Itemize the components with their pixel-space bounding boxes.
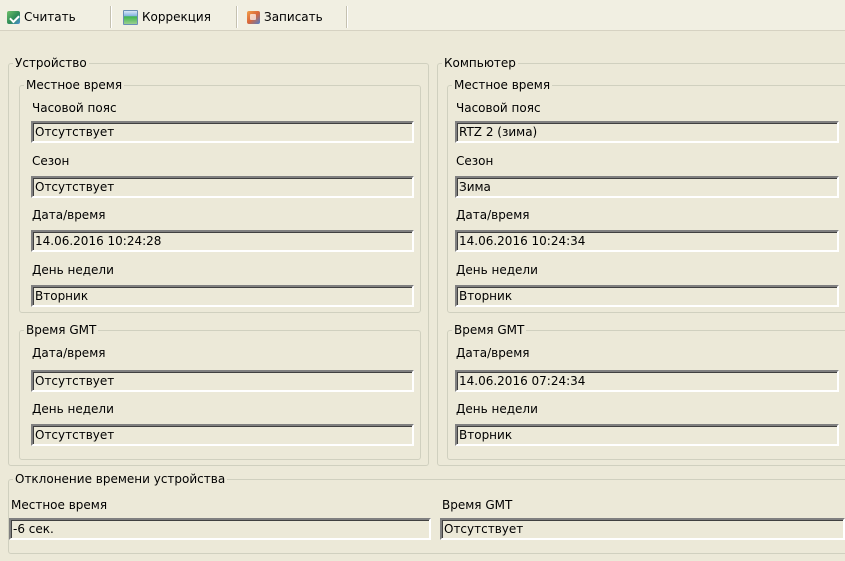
computer-datetime-label: Дата/время [456,208,530,222]
device-weekday-label: День недели [32,263,114,277]
device-season-label: Сезон [32,154,70,168]
toolbar-separator [236,6,238,28]
device-gmt-weekday-label: День недели [32,402,114,416]
computer-weekday-field[interactable]: Вторник [455,285,839,307]
read-button-label: Считать [24,10,76,24]
computer-season-label: Сезон [456,154,494,168]
device-group-title: Устройство [15,56,87,70]
write-button-label: Записать [264,10,323,24]
correction-button[interactable]: Коррекция [123,7,211,27]
deviation-group-title: Отклонение времени устройства [15,472,226,486]
deviation-local-field[interactable]: -6 сек. [9,518,431,540]
deviation-local-label: Местное время [11,498,108,512]
device-datetime-field[interactable]: 14.06.2016 10:24:28 [31,230,414,252]
read-button[interactable]: Считать [7,7,76,27]
computer-season-field[interactable]: Зима [455,176,839,198]
device-local-group-title: Местное время [26,78,123,92]
correction-button-label: Коррекция [142,10,211,24]
device-datetime-label: Дата/время [32,208,106,222]
correction-icon [123,9,138,25]
device-season-field[interactable]: Отсутствует [31,176,414,198]
computer-gmt-weekday-label: День недели [456,402,538,416]
computer-gmt-datetime-field[interactable]: 14.06.2016 07:24:34 [455,370,839,392]
computer-gmt-group-title: Время GMT [454,323,525,337]
write-button[interactable]: Записать [247,7,323,27]
device-weekday-field[interactable]: Вторник [31,285,414,307]
computer-group-title: Компьютер [444,56,516,70]
device-gmt-datetime-label: Дата/время [32,346,106,360]
computer-timezone-field[interactable]: RTZ 2 (зима) [455,121,839,143]
deviation-group: Отклонение времени устройства [8,472,845,554]
read-icon [7,10,20,24]
device-gmt-weekday-field[interactable]: Отсутствует [31,424,414,446]
write-icon [247,10,260,24]
toolbar-separator [346,6,348,28]
device-timezone-label: Часовой пояс [32,101,117,115]
computer-local-group-title: Местное время [454,78,551,92]
computer-gmt-datetime-label: Дата/время [456,346,530,360]
deviation-gmt-label: Время GMT [442,498,513,512]
computer-gmt-weekday-field[interactable]: Вторник [455,424,839,446]
computer-weekday-label: День недели [456,263,538,277]
toolbar-separator [110,6,112,28]
computer-datetime-field[interactable]: 14.06.2016 10:24:34 [455,230,839,252]
deviation-gmt-field[interactable]: Отсутствует [440,518,845,540]
computer-timezone-label: Часовой пояс [456,101,541,115]
toolbar: Считать Коррекция Записать [0,0,845,31]
device-timezone-field[interactable]: Отсутствует [31,121,414,143]
device-gmt-group-title: Время GMT [26,323,97,337]
device-gmt-datetime-field[interactable]: Отсутствует [31,370,414,392]
